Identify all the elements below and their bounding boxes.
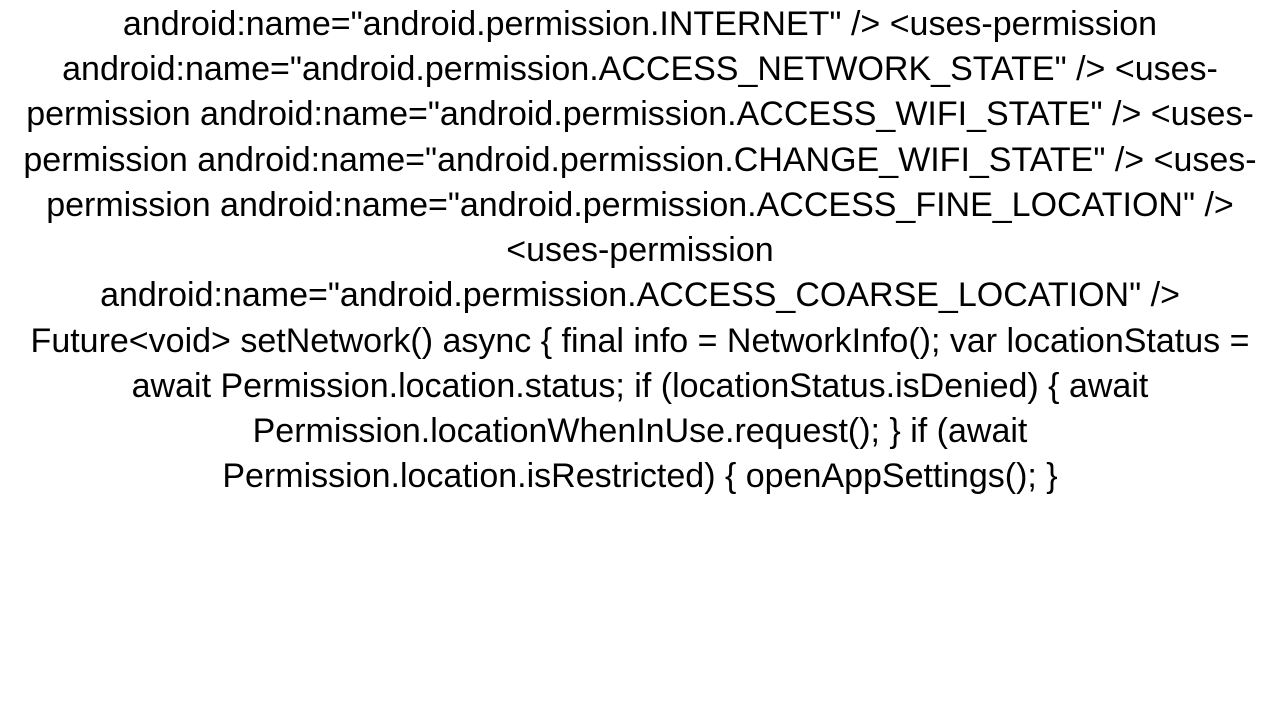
code-snippet-text: android:name="android.permission.INTERNE… [10,0,1270,499]
document-body: android:name="android.permission.INTERNE… [0,0,1280,720]
